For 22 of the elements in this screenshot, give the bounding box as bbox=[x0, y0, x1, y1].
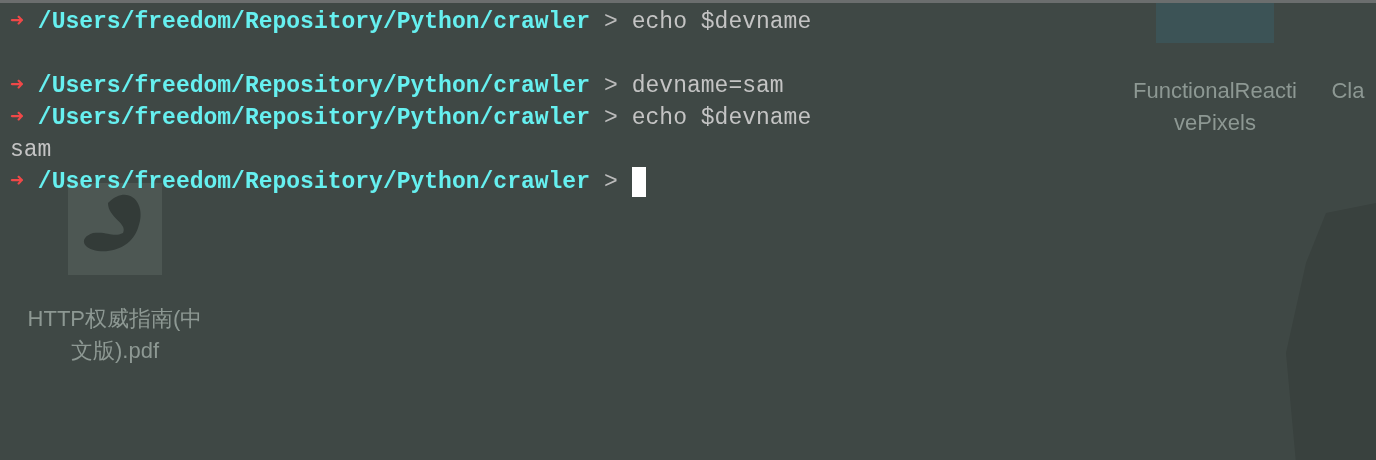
command-text: echo $devname bbox=[631, 104, 812, 133]
prompt-arrow: ➜ bbox=[10, 104, 24, 133]
prompt-separator: > bbox=[603, 168, 618, 197]
prompt-path: /Users/freedom/Repository/Python/crawler bbox=[37, 168, 590, 197]
prompt-arrow: ➜ bbox=[10, 72, 24, 101]
prompt-separator: > bbox=[603, 8, 618, 37]
file-label: HTTP权威指南(中 bbox=[27, 305, 203, 333]
folder-icon bbox=[1156, 3, 1274, 43]
file-label: vePixels bbox=[1174, 109, 1256, 137]
file-label: FunctionalReacti bbox=[1133, 77, 1297, 105]
command-text: echo $devname bbox=[631, 8, 812, 37]
prompt-path: /Users/freedom/Repository/Python/crawler bbox=[37, 8, 590, 37]
output-text: sam bbox=[10, 136, 53, 165]
file-label: Cla bbox=[1331, 77, 1365, 105]
prompt-path: /Users/freedom/Repository/Python/crawler bbox=[37, 72, 590, 101]
prompt-separator: > bbox=[603, 72, 618, 101]
prompt-arrow: ➜ bbox=[10, 168, 24, 197]
prompt-arrow: ➜ bbox=[10, 8, 24, 37]
file-label: 文版).pdf bbox=[71, 337, 159, 365]
prompt-path: /Users/freedom/Repository/Python/crawler bbox=[37, 104, 590, 133]
prompt-separator: > bbox=[603, 104, 618, 133]
command-text: devname=sam bbox=[631, 72, 784, 101]
